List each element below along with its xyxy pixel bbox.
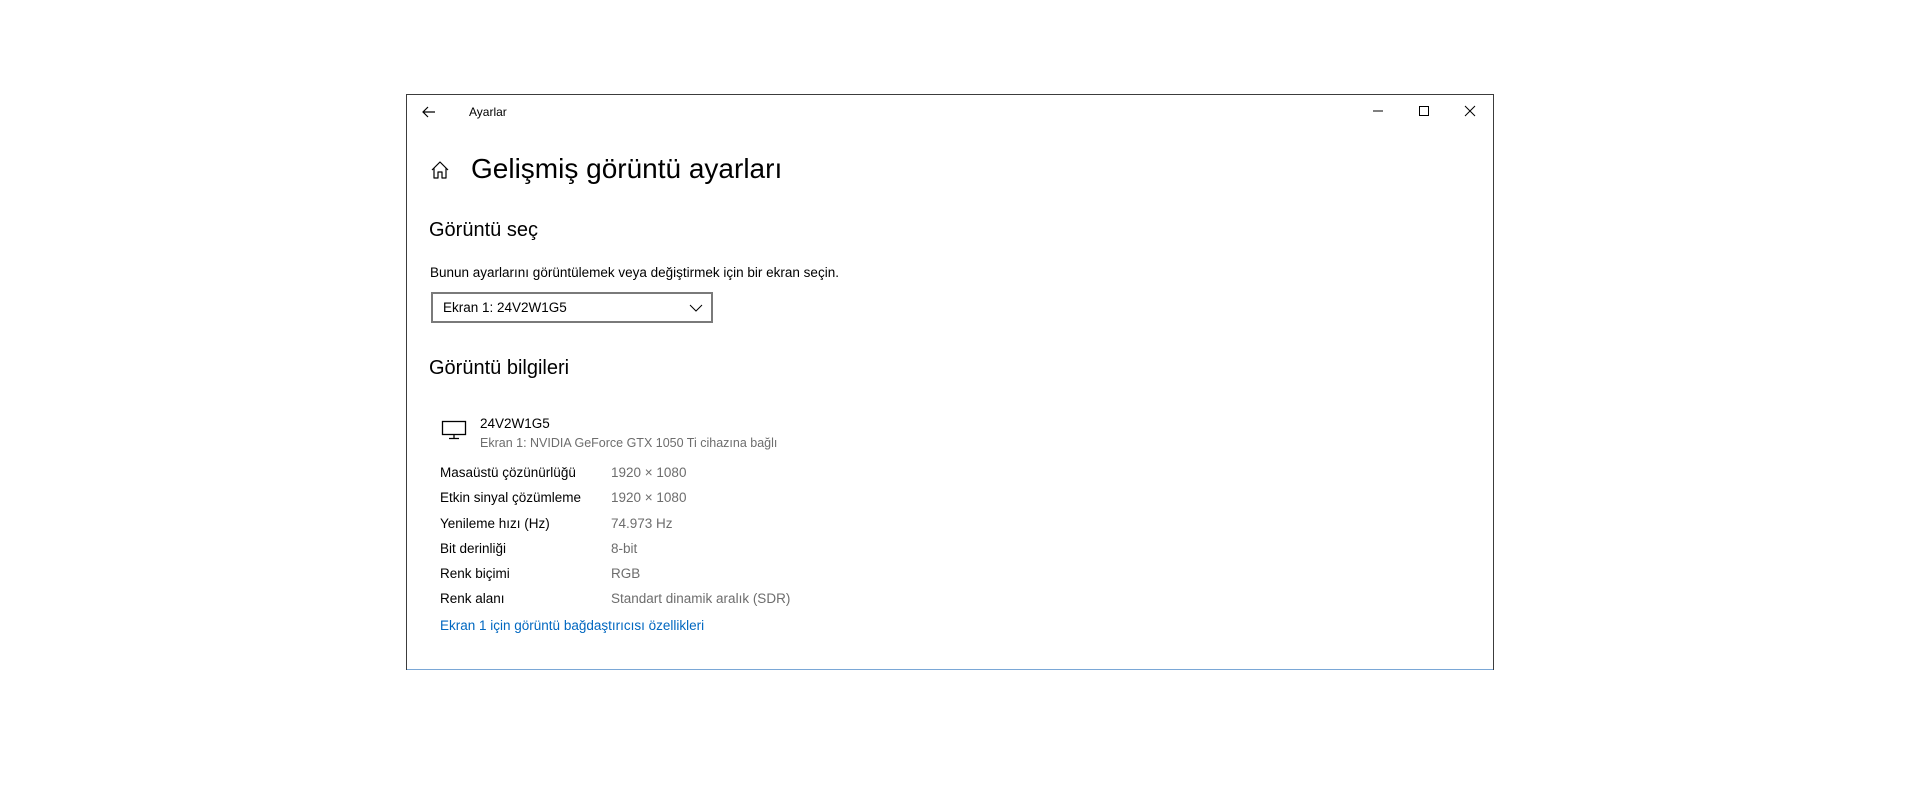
app-title: Ayarlar [469,105,507,119]
minimize-button[interactable] [1355,95,1401,127]
back-button[interactable] [417,101,441,123]
info-label: Masaüstü çözünürlüğü [440,465,576,480]
info-value: RGB [611,566,641,582]
chevron-down-icon [689,304,703,312]
info-label: Renk alanı [440,591,505,607]
info-value: 1920 × 1080 [611,465,687,480]
monitor-name: 24V2W1G5 [480,416,550,431]
display-adapter-properties-link[interactable]: Ekran 1 için görüntü bağdaştırıcısı özel… [440,618,704,633]
maximize-icon [1419,106,1429,116]
page-title: Gelişmiş görüntü ayarları [471,153,783,184]
close-button[interactable] [1447,95,1493,127]
settings-window: Ayarlar Gelişmiş görüntü ayarları Görünt… [406,94,1494,670]
display-dropdown-value: Ekran 1: 24V2W1G5 [443,300,567,315]
minimize-icon [1373,110,1383,112]
monitor-subtitle: Ekran 1: NVIDIA GeForce GTX 1050 Ti ciha… [480,436,778,450]
close-icon [1464,105,1476,117]
info-label: Renk biçimi [440,566,510,582]
home-icon[interactable] [429,159,451,181]
info-label: Etkin sinyal çözümleme [440,490,582,506]
info-value: 1920 × 1080 [611,490,687,506]
display-info-heading: Görüntü bilgileri [429,357,570,379]
maximize-button[interactable] [1401,95,1447,127]
info-label: Yenileme hızı (Hz) [440,515,550,531]
info-value: Standart dinamik aralık (SDR) [611,591,791,607]
title-bar: Ayarlar [407,95,1493,127]
monitor-icon [441,420,467,440]
select-display-heading: Görüntü seç [429,219,538,241]
info-value: 74.973 Hz [611,515,673,531]
info-value: 8-bit [611,540,638,556]
back-arrow-icon [422,106,435,118]
display-dropdown[interactable]: Ekran 1: 24V2W1G5 [431,292,713,323]
info-label: Bit derinliği [440,540,507,556]
select-display-description: Bunun ayarlarını görüntülemek veya değiş… [430,265,839,280]
bottom-accent-line [407,669,1493,670]
